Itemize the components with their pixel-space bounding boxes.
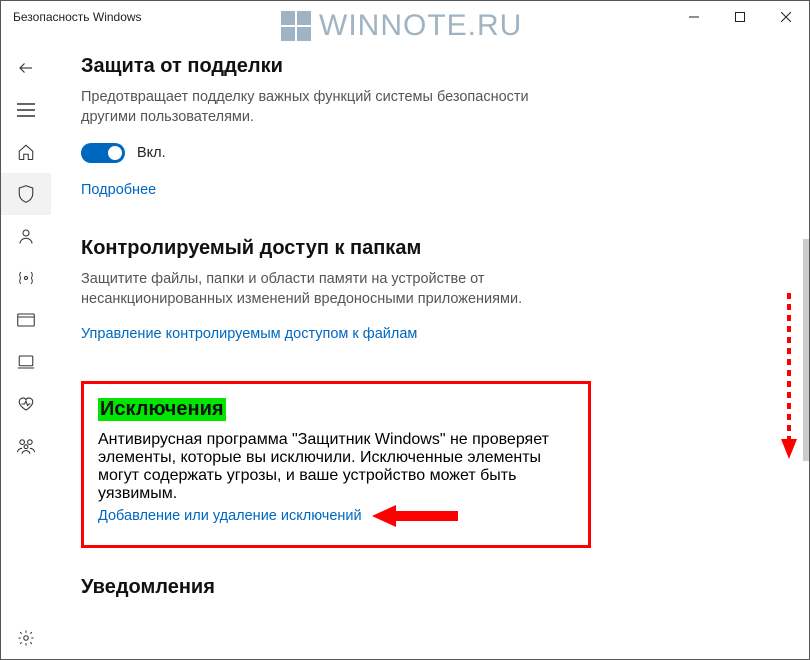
folder-heading: Контролируемый доступ к папкам xyxy=(81,237,561,260)
sidebar-item-firewall[interactable] xyxy=(1,257,51,299)
tamper-more-link[interactable]: Подробнее xyxy=(81,182,156,198)
section-tamper-protection: Защита от подделки Предотвращает подделк… xyxy=(81,55,561,199)
titlebar: Безопасность Windows xyxy=(1,1,809,33)
tamper-desc: Предотвращает подделку важных функций си… xyxy=(81,88,561,127)
folder-manage-link[interactable]: Управление контролируемым доступом к фай… xyxy=(81,326,417,342)
tamper-heading: Защита от подделки xyxy=(81,55,561,78)
annotation-scroll-arrow xyxy=(779,291,799,461)
window-controls xyxy=(671,1,809,33)
window-title: Безопасность Windows xyxy=(13,10,142,24)
tamper-toggle[interactable] xyxy=(81,143,125,163)
exclusions-heading: Исключения xyxy=(98,398,226,421)
tamper-toggle-label: Вкл. xyxy=(137,145,166,161)
exclusions-desc: Антивирусная программа "Защитник Windows… xyxy=(98,431,570,503)
sidebar-item-settings[interactable] xyxy=(1,617,51,659)
close-button[interactable] xyxy=(763,1,809,33)
sidebar-item-account[interactable] xyxy=(1,215,51,257)
notifications-heading: Уведомления xyxy=(81,576,561,599)
menu-button[interactable] xyxy=(1,89,51,131)
annotation-arrow-icon xyxy=(370,503,460,529)
sidebar-item-virus[interactable] xyxy=(1,173,51,215)
section-controlled-folder: Контролируемый доступ к папкам Защитите … xyxy=(81,237,561,343)
sidebar-item-performance[interactable] xyxy=(1,383,51,425)
exclusions-add-remove-link[interactable]: Добавление или удаление исключений xyxy=(98,508,362,524)
content-area: Защита от подделки Предотвращает подделк… xyxy=(51,33,809,659)
sidebar xyxy=(1,33,51,659)
folder-desc: Защитите файлы, папки и области памяти н… xyxy=(81,270,561,309)
maximize-button[interactable] xyxy=(717,1,763,33)
scrollbar[interactable] xyxy=(803,239,809,461)
sidebar-item-family[interactable] xyxy=(1,425,51,467)
section-exclusions: Исключения Антивирусная программа "Защит… xyxy=(81,381,591,548)
sidebar-item-device[interactable] xyxy=(1,341,51,383)
section-notifications: Уведомления xyxy=(81,576,561,599)
sidebar-item-home[interactable] xyxy=(1,131,51,173)
back-button[interactable] xyxy=(1,47,51,89)
minimize-button[interactable] xyxy=(671,1,717,33)
sidebar-item-app[interactable] xyxy=(1,299,51,341)
